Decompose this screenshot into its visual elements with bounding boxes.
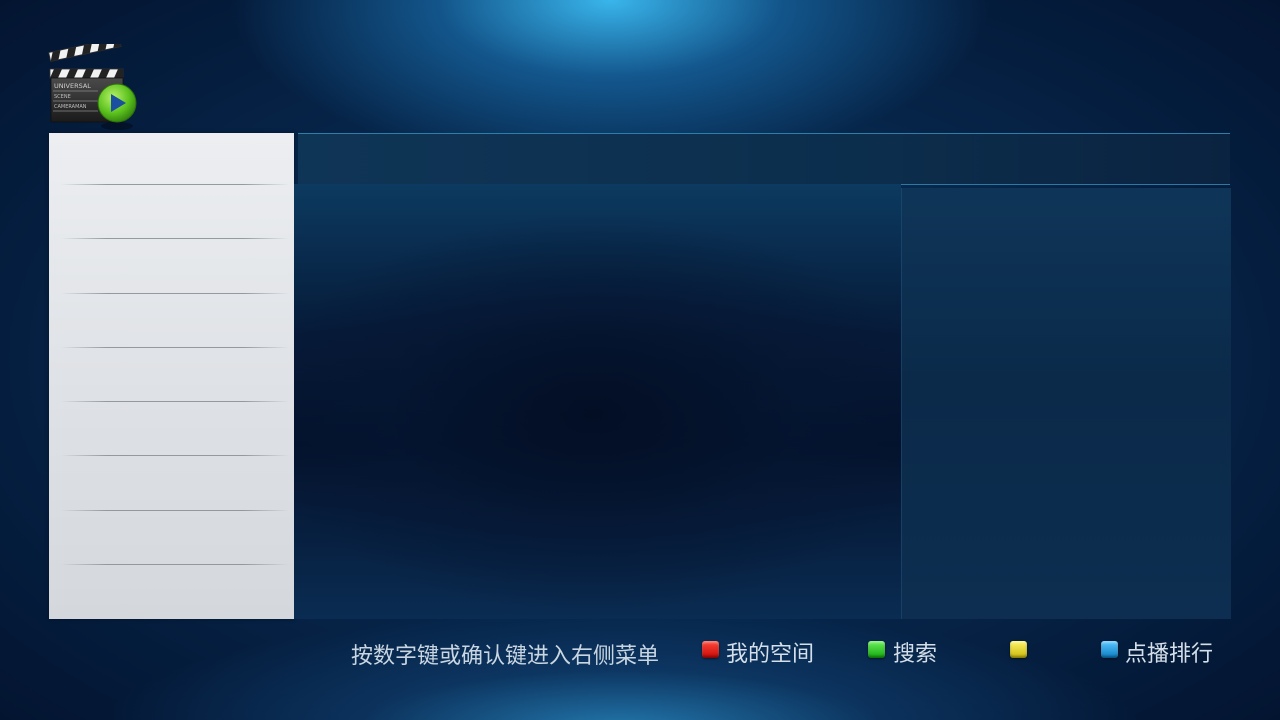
green-key-icon <box>868 641 885 658</box>
blue-key-label[interactable]: 点播排行 <box>1125 636 1213 668</box>
menu-item[interactable] <box>49 185 294 239</box>
red-key-icon <box>702 641 719 658</box>
app-logo: UNIVERSAL SCENE CAMERAMAN <box>46 37 142 134</box>
blue-key-icon <box>1101 641 1118 658</box>
navigation-hint: 按数字键或确认键进入右侧菜单 <box>351 644 660 669</box>
red-key-label[interactable]: 我的空间 <box>726 636 814 668</box>
menu-item[interactable] <box>49 565 294 619</box>
menu-item[interactable] <box>49 133 294 187</box>
footer-hint-bar: 按数字键或确认键进入右侧菜单 我的空间 搜索 点播排行 <box>0 630 1280 672</box>
left-menu <box>49 133 294 619</box>
menu-item[interactable] <box>49 348 294 402</box>
content-header-bar <box>298 133 1230 185</box>
menu-item[interactable] <box>49 511 294 565</box>
menu-item[interactable] <box>49 456 294 510</box>
menu-item[interactable] <box>49 402 294 456</box>
yellow-key-icon <box>1010 641 1027 658</box>
menu-item[interactable] <box>49 294 294 348</box>
menu-item[interactable] <box>49 239 294 293</box>
clapperboard-play-icon: UNIVERSAL SCENE CAMERAMAN <box>48 37 137 130</box>
main-content-area <box>294 184 901 619</box>
logo-text-line: SCENE <box>54 94 71 100</box>
logo-text-line: UNIVERSAL <box>54 82 91 90</box>
logo-text-line: CAMERAMAN <box>54 104 87 110</box>
green-key-label[interactable]: 搜索 <box>893 636 937 668</box>
right-side-panel <box>901 188 1231 619</box>
